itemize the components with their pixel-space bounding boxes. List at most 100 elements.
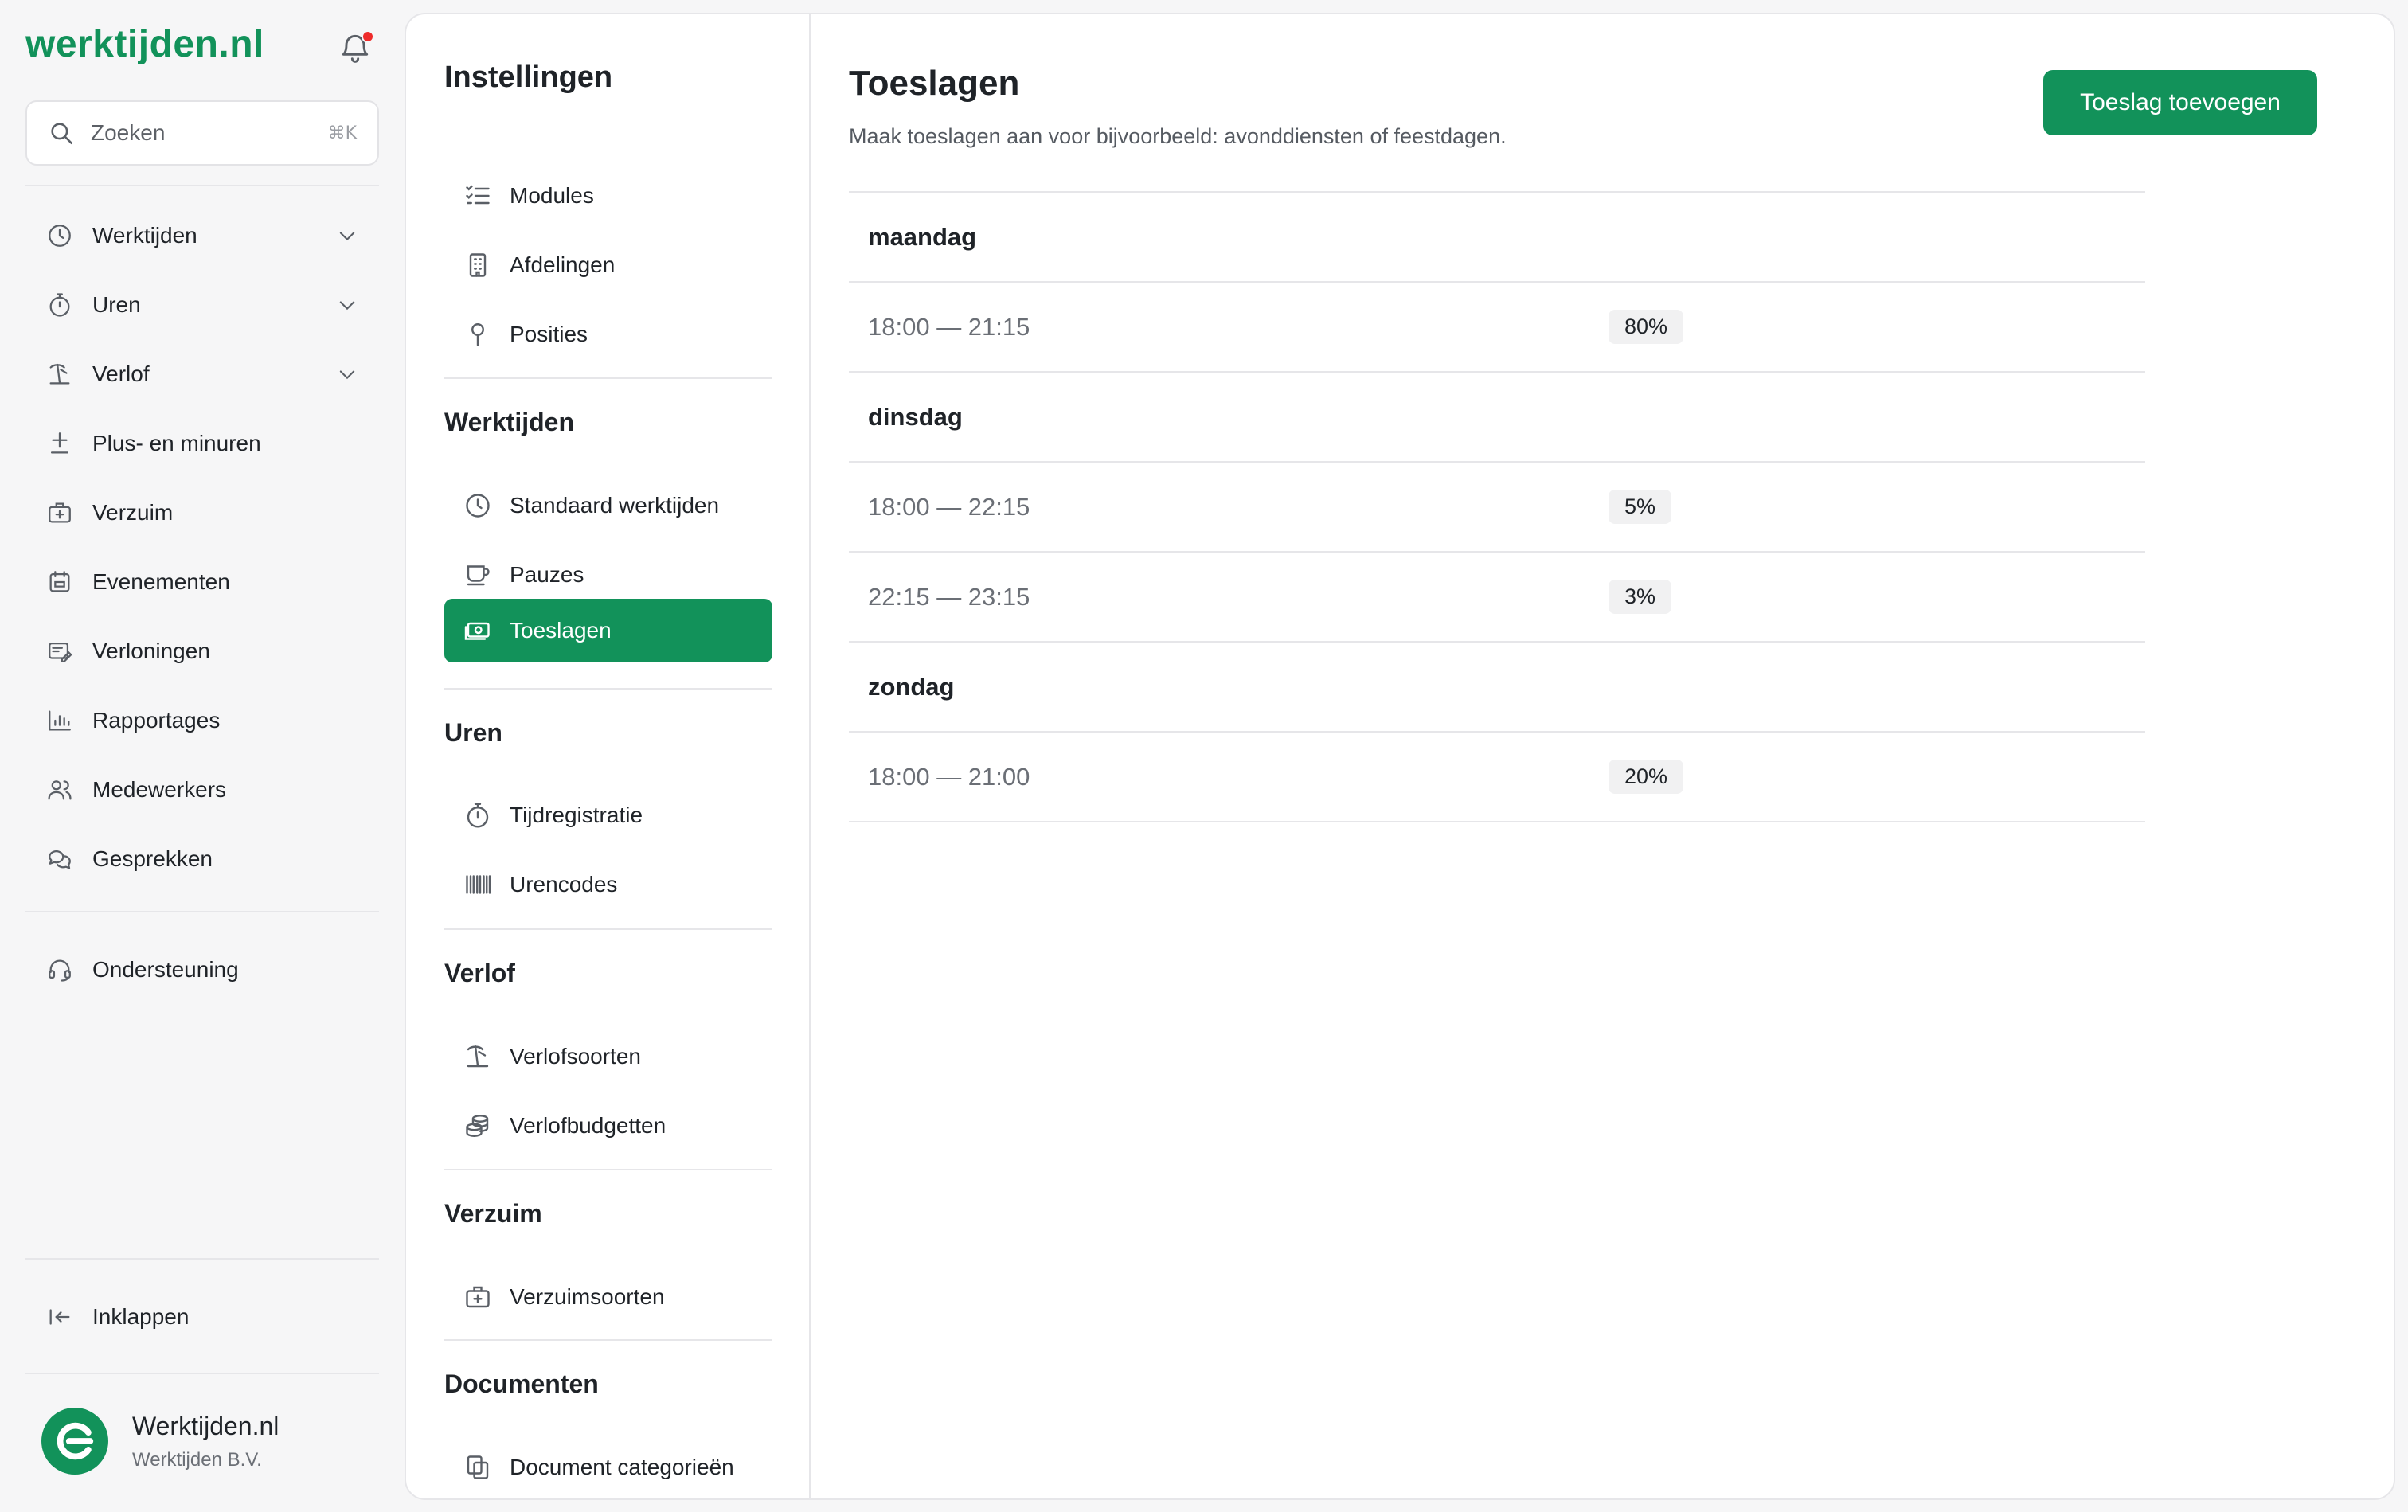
- beach-icon: [49, 363, 70, 384]
- building-icon: [469, 253, 487, 277]
- settings-item-pauzes[interactable]: Pauzes: [444, 543, 772, 607]
- coffee-icon: [467, 565, 490, 586]
- settings-item-label: Posities: [510, 322, 588, 346]
- divider: [444, 1169, 772, 1170]
- sidebar-item-verloningen[interactable]: Verloningen: [25, 616, 379, 686]
- time-range: 22:15 — 23:15: [868, 582, 1030, 611]
- sidebar-item-label: Evenementen: [92, 568, 230, 594]
- sidebar-item-label: Rapportages: [92, 707, 221, 733]
- toeslagen-list: maandag 18:00 — 21:15 80% dinsdag 18:00 …: [849, 191, 2145, 822]
- sidebar-item-label: Werktijden: [92, 222, 197, 248]
- calendar-icon: [49, 570, 70, 592]
- search-placeholder: Zoeken: [91, 120, 166, 145]
- settings-item-toeslagen[interactable]: Toeslagen: [444, 599, 772, 662]
- settings-item-verlofsoorten[interactable]: Verlofsoorten: [444, 1025, 772, 1088]
- account-profile[interactable]: Werktijden.nl Werktijden B.V.: [41, 1408, 279, 1475]
- toeslag-row[interactable]: 18:00 — 22:15 5%: [849, 463, 2145, 551]
- toeslag-row[interactable]: 18:00 — 21:15 80%: [849, 283, 2145, 371]
- collapse-sidebar-button[interactable]: Inklappen: [25, 1282, 379, 1351]
- settings-item-afdelingen[interactable]: Afdelingen: [444, 233, 772, 297]
- settings-group-verlof: Verlof: [444, 959, 515, 987]
- settings-item-standaard-werktijden[interactable]: Standaard werktijden: [444, 474, 772, 537]
- sidebar-item-rapportages[interactable]: Rapportages: [25, 686, 379, 755]
- notifications-button[interactable]: [338, 30, 376, 68]
- sidebar: werktijden.nl Zoeken ⌘K Werktijden Uren …: [0, 0, 398, 1512]
- notification-dot: [362, 30, 374, 43]
- settings-item-label: Tijdregistratie: [510, 803, 643, 827]
- settings-item-verzuimsoorten[interactable]: Verzuimsoorten: [444, 1265, 772, 1329]
- settings-item-label: Standaard werktijden: [510, 493, 720, 518]
- pin-icon: [471, 323, 484, 346]
- settings-item-label: Verzuimsoorten: [510, 1284, 665, 1309]
- page-title: Toeslagen: [849, 64, 1020, 103]
- percentage-badge: 3%: [1609, 580, 1672, 614]
- sidebar-item-label: Medewerkers: [92, 776, 227, 802]
- add-toeslag-button[interactable]: Toeslag toevoegen: [2043, 70, 2317, 135]
- settings-item-label: Modules: [510, 183, 594, 208]
- sidebar-item-label: Ondersteuning: [92, 956, 239, 982]
- sidebar-item-medewerkers[interactable]: Medewerkers: [25, 755, 379, 824]
- toeslag-row[interactable]: 22:15 — 23:15 3%: [849, 553, 2145, 641]
- settings-item-label: Toeslagen: [510, 618, 612, 643]
- stopwatch-icon: [49, 292, 70, 317]
- sidebar-item-verzuim[interactable]: Verzuim: [25, 478, 379, 547]
- settings-item-document-categorieen[interactable]: Document categorieën: [444, 1436, 772, 1498]
- settings-item-verlofbudgetten[interactable]: Verlofbudgetten: [444, 1094, 772, 1158]
- sidebar-item-label: Plus- en minuren: [92, 430, 261, 455]
- divider: [25, 185, 379, 186]
- percentage-badge: 20%: [1609, 760, 1684, 794]
- divider: [444, 688, 772, 690]
- settings-item-label: Urencodes: [510, 872, 618, 897]
- search-input[interactable]: Zoeken ⌘K: [25, 100, 379, 166]
- day-header-dinsdag: dinsdag: [849, 373, 2145, 461]
- settings-item-modules[interactable]: Modules: [444, 164, 772, 228]
- sidebar-item-label: Verlof: [92, 361, 150, 386]
- time-range: 18:00 — 21:15: [868, 312, 1030, 341]
- main-panel: Instellingen Modules Afdelingen Posities…: [405, 13, 2395, 1500]
- documents-icon: [467, 1455, 489, 1479]
- time-range: 18:00 — 21:00: [868, 762, 1030, 791]
- divider: [25, 1373, 379, 1374]
- sidebar-item-werktijden[interactable]: Werktijden: [25, 201, 379, 270]
- search-icon: [51, 123, 73, 145]
- chevron-down-icon: [339, 369, 355, 379]
- users-icon: [48, 779, 72, 799]
- clock-icon: [49, 224, 71, 247]
- collapse-label: Inklappen: [92, 1303, 190, 1329]
- divider: [444, 1339, 772, 1341]
- settings-group-uren: Uren: [444, 718, 502, 747]
- sidebar-item-ondersteuning[interactable]: Ondersteuning: [25, 935, 379, 1004]
- sidebar-item-label: Gesprekken: [92, 846, 213, 871]
- sidebar-item-verlof[interactable]: Verlof: [25, 339, 379, 408]
- divider: [444, 928, 772, 930]
- settings-item-label: Verlofsoorten: [510, 1044, 641, 1069]
- beach-icon: [467, 1045, 489, 1068]
- settings-item-posities[interactable]: Posities: [444, 303, 772, 366]
- avatar: [41, 1408, 108, 1475]
- profile-organization: Werktijden B.V.: [132, 1448, 262, 1471]
- sidebar-item-uren[interactable]: Uren: [25, 270, 379, 339]
- settings-nav: Instellingen Modules Afdelingen Posities…: [406, 14, 811, 1498]
- app-logo[interactable]: werktijden.nl: [25, 22, 264, 66]
- settings-item-urencodes[interactable]: Urencodes: [444, 853, 772, 916]
- settings-title: Instellingen: [444, 61, 613, 94]
- settings-item-tijdregistratie[interactable]: Tijdregistratie: [444, 783, 772, 847]
- settings-group-verzuim: Verzuim: [444, 1199, 542, 1228]
- sidebar-item-plus-minuren[interactable]: Plus- en minuren: [25, 408, 379, 478]
- settings-item-label: Pauzes: [510, 562, 584, 587]
- toeslag-row[interactable]: 18:00 — 21:00 20%: [849, 733, 2145, 821]
- search-shortcut: ⌘K: [327, 123, 357, 143]
- sidebar-item-label: Uren: [92, 291, 141, 317]
- settings-item-label: Document categorieën: [510, 1455, 734, 1479]
- settings-item-label: Afdelingen: [510, 252, 616, 277]
- money-icon: [464, 622, 490, 640]
- sidebar-item-gesprekken[interactable]: Gesprekken: [25, 824, 379, 893]
- divider: [25, 911, 379, 912]
- sidebar-item-evenementen[interactable]: Evenementen: [25, 547, 379, 616]
- day-label: dinsdag: [868, 402, 963, 431]
- time-range: 18:00 — 22:15: [868, 492, 1030, 521]
- coins-icon: [466, 1115, 489, 1137]
- percentage-badge: 80%: [1609, 310, 1684, 344]
- stopwatch-icon: [467, 803, 489, 828]
- clock-icon: [466, 494, 490, 518]
